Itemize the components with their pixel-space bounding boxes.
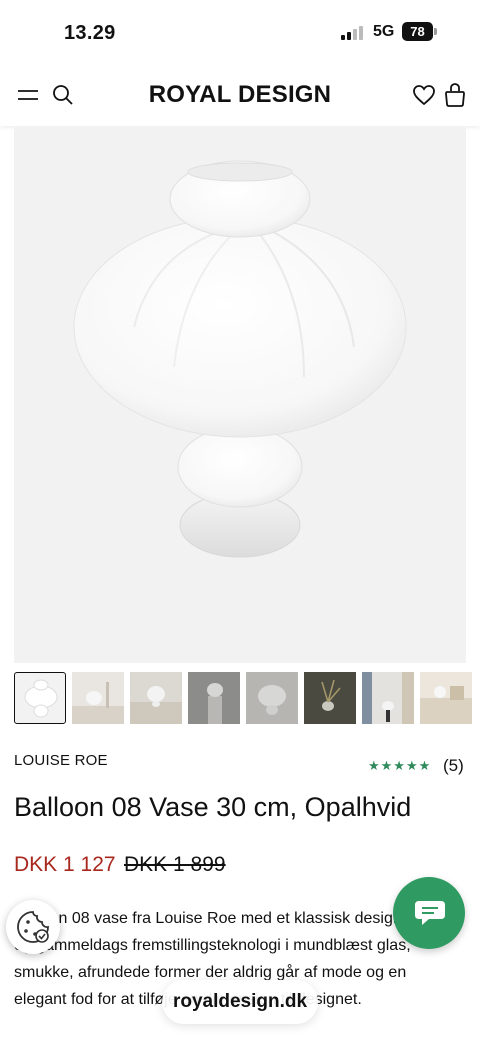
thumbnail[interactable] [246,672,298,724]
thumbnail[interactable] [420,672,472,724]
original-price: DKK 1 899 [124,853,226,876]
bag-icon[interactable] [444,82,466,108]
review-count[interactable]: (5) [443,756,464,776]
cookie-icon [17,911,49,943]
network-type: 5G [373,23,395,40]
brand-logo[interactable]: ROYAL DESIGN [0,81,480,109]
chat-icon [415,901,445,925]
product-brand[interactable]: LOUISE ROE [14,752,108,769]
site-header: ROYAL DESIGN [0,64,480,126]
vase-illustration [73,160,407,558]
signal-icon [341,26,365,40]
sale-price: DKK 1 127 [14,853,116,876]
thumbnail-strip[interactable] [14,672,480,725]
thumbnail[interactable] [14,672,66,724]
thumbnail[interactable] [304,672,356,724]
thumbnail[interactable] [72,672,124,724]
thumbnail[interactable] [188,672,240,724]
heart-icon[interactable] [412,84,436,106]
chat-button[interactable] [393,877,465,949]
cookie-settings-button[interactable] [6,900,60,954]
product-main-image[interactable] [14,127,466,663]
battery-icon: 78 [402,22,437,41]
browser-url-bar[interactable]: royaldesign.dk [162,980,318,1024]
product-title: Balloon 08 Vase 30 cm, Opalhvid [14,792,412,822]
status-time: 13.29 [64,22,116,44]
thumbnail[interactable] [130,672,182,724]
rating-stars[interactable]: ★★★★★ [368,758,431,774]
status-bar: 13.29 5G 78 [0,0,480,64]
battery-level: 78 [402,22,433,41]
thumbnail[interactable] [362,672,414,724]
